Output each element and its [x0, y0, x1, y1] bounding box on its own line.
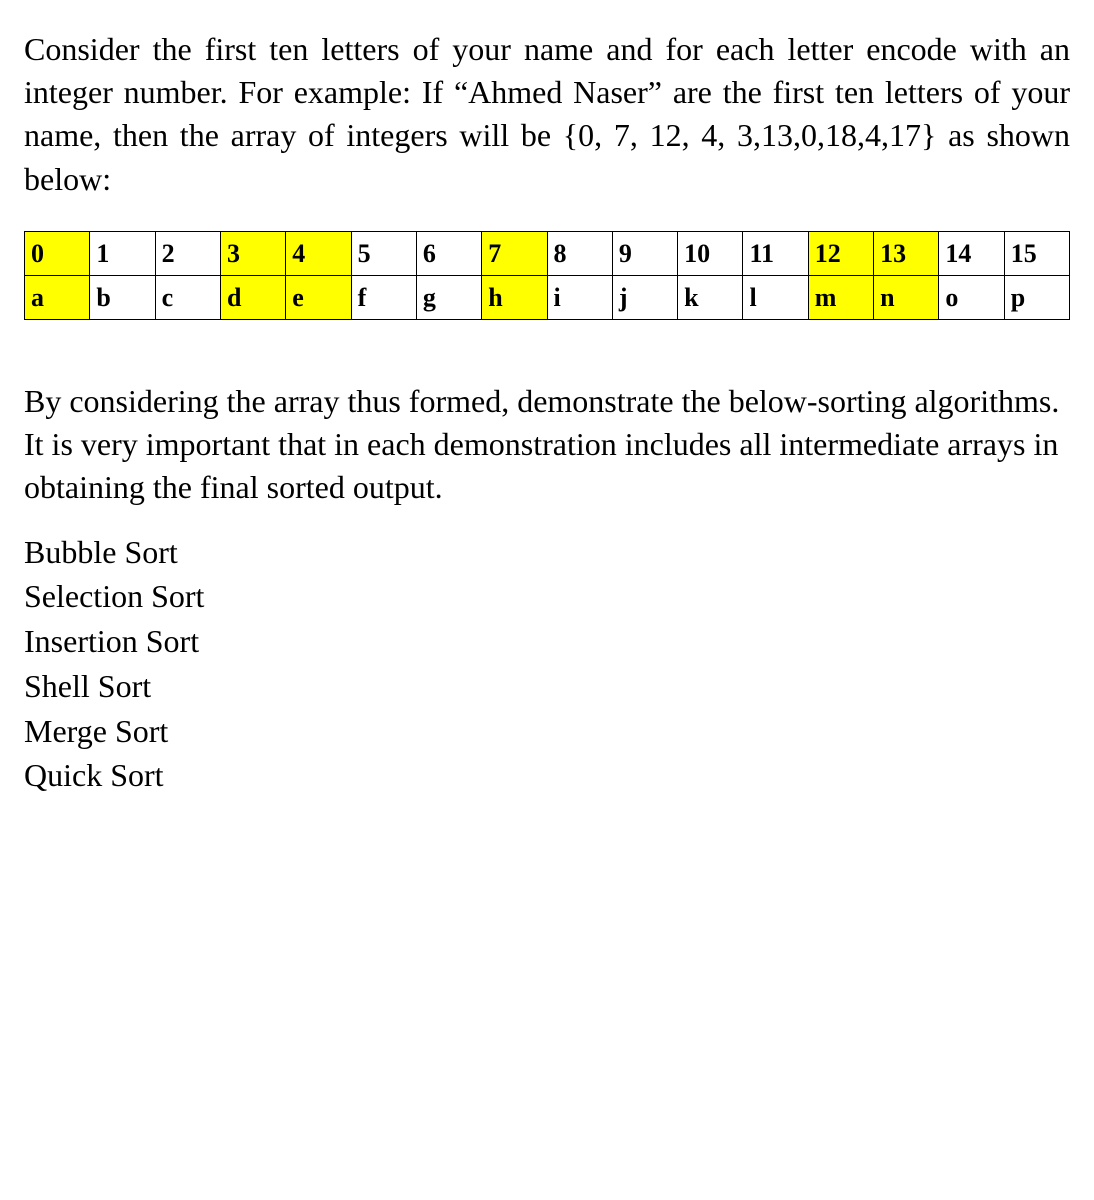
list-item: Merge Sort: [24, 709, 1070, 754]
table-cell: h: [482, 275, 547, 319]
list-item: Selection Sort: [24, 574, 1070, 619]
table-cell: 11: [743, 231, 808, 275]
table-cell: 12: [808, 231, 873, 275]
table-cell: f: [351, 275, 416, 319]
table-cell: a: [25, 275, 90, 319]
table-cell: c: [155, 275, 220, 319]
table-cell: 0: [25, 231, 90, 275]
sort-algorithms-list: Bubble SortSelection SortInsertion SortS…: [24, 530, 1070, 799]
table-cell: k: [678, 275, 743, 319]
list-item: Bubble Sort: [24, 530, 1070, 575]
table-cell: n: [874, 275, 939, 319]
table-cell: o: [939, 275, 1004, 319]
table-cell: 3: [220, 231, 285, 275]
table-cell: g: [416, 275, 481, 319]
intro-paragraph: Consider the first ten letters of your n…: [24, 28, 1070, 201]
table-cell: l: [743, 275, 808, 319]
list-item: Quick Sort: [24, 753, 1070, 798]
table-cell: j: [612, 275, 677, 319]
table-cell: d: [220, 275, 285, 319]
table-cell: e: [286, 275, 351, 319]
table-cell: i: [547, 275, 612, 319]
table-cell: 8: [547, 231, 612, 275]
table-cell: 4: [286, 231, 351, 275]
table-cell: 13: [874, 231, 939, 275]
table-row: 0123456789101112131415: [25, 231, 1070, 275]
table-cell: 7: [482, 231, 547, 275]
table-cell: p: [1004, 275, 1069, 319]
table-cell: 1: [90, 231, 155, 275]
list-item: Shell Sort: [24, 664, 1070, 709]
table-cell: 15: [1004, 231, 1069, 275]
table-cell: b: [90, 275, 155, 319]
table-cell: 9: [612, 231, 677, 275]
list-item: Insertion Sort: [24, 619, 1070, 664]
table-cell: m: [808, 275, 873, 319]
table-cell: 14: [939, 231, 1004, 275]
encoding-table: 0123456789101112131415 abcdefghijklmnop: [24, 231, 1070, 320]
table-cell: 10: [678, 231, 743, 275]
table-row: abcdefghijklmnop: [25, 275, 1070, 319]
table-cell: 2: [155, 231, 220, 275]
table-cell: 5: [351, 231, 416, 275]
table-cell: 6: [416, 231, 481, 275]
instruction-paragraph: By considering the array thus formed, de…: [24, 380, 1070, 510]
